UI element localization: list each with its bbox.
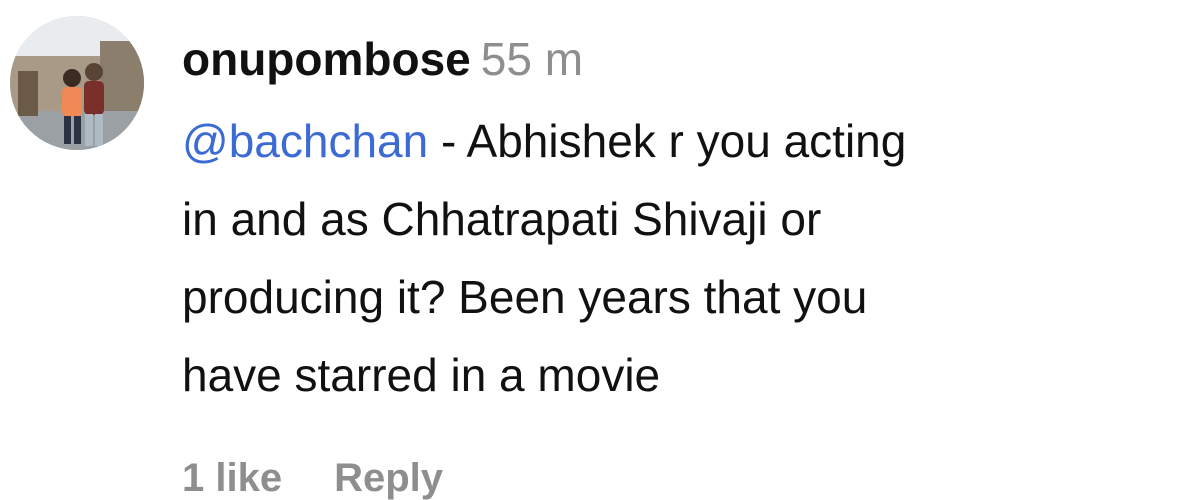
comment: onupombose 55 m @bachchan - Abhishek r yo… — [0, 0, 1200, 500]
comment-line-4: have starred in a movie — [182, 349, 661, 401]
comment-text: @bachchan - Abhishek r you acting in and… — [182, 102, 1182, 414]
timestamp[interactable]: 55 m — [481, 33, 583, 85]
mention-link[interactable]: @bachchan — [182, 115, 428, 167]
comment-line-2: in and as Chhatrapati Shivaji or — [182, 193, 822, 245]
username[interactable]: onupombose — [182, 33, 471, 85]
comment-text-after-mention: - Abhishek r you acting — [428, 115, 907, 167]
likes-count[interactable]: 1 like — [182, 456, 282, 500]
comment-header: onupombose 55 m — [182, 30, 1182, 88]
avatar[interactable] — [10, 16, 144, 150]
reply-button[interactable]: Reply — [334, 456, 443, 500]
comment-actions: 1 like Reply — [182, 456, 443, 500]
comment-body: onupombose 55 m @bachchan - Abhishek r yo… — [182, 30, 1182, 414]
comment-line-1: @bachchan - Abhishek r you acting — [182, 102, 1182, 180]
comment-line-3: producing it? Been years that you — [182, 271, 868, 323]
avatar-photo — [10, 16, 144, 150]
